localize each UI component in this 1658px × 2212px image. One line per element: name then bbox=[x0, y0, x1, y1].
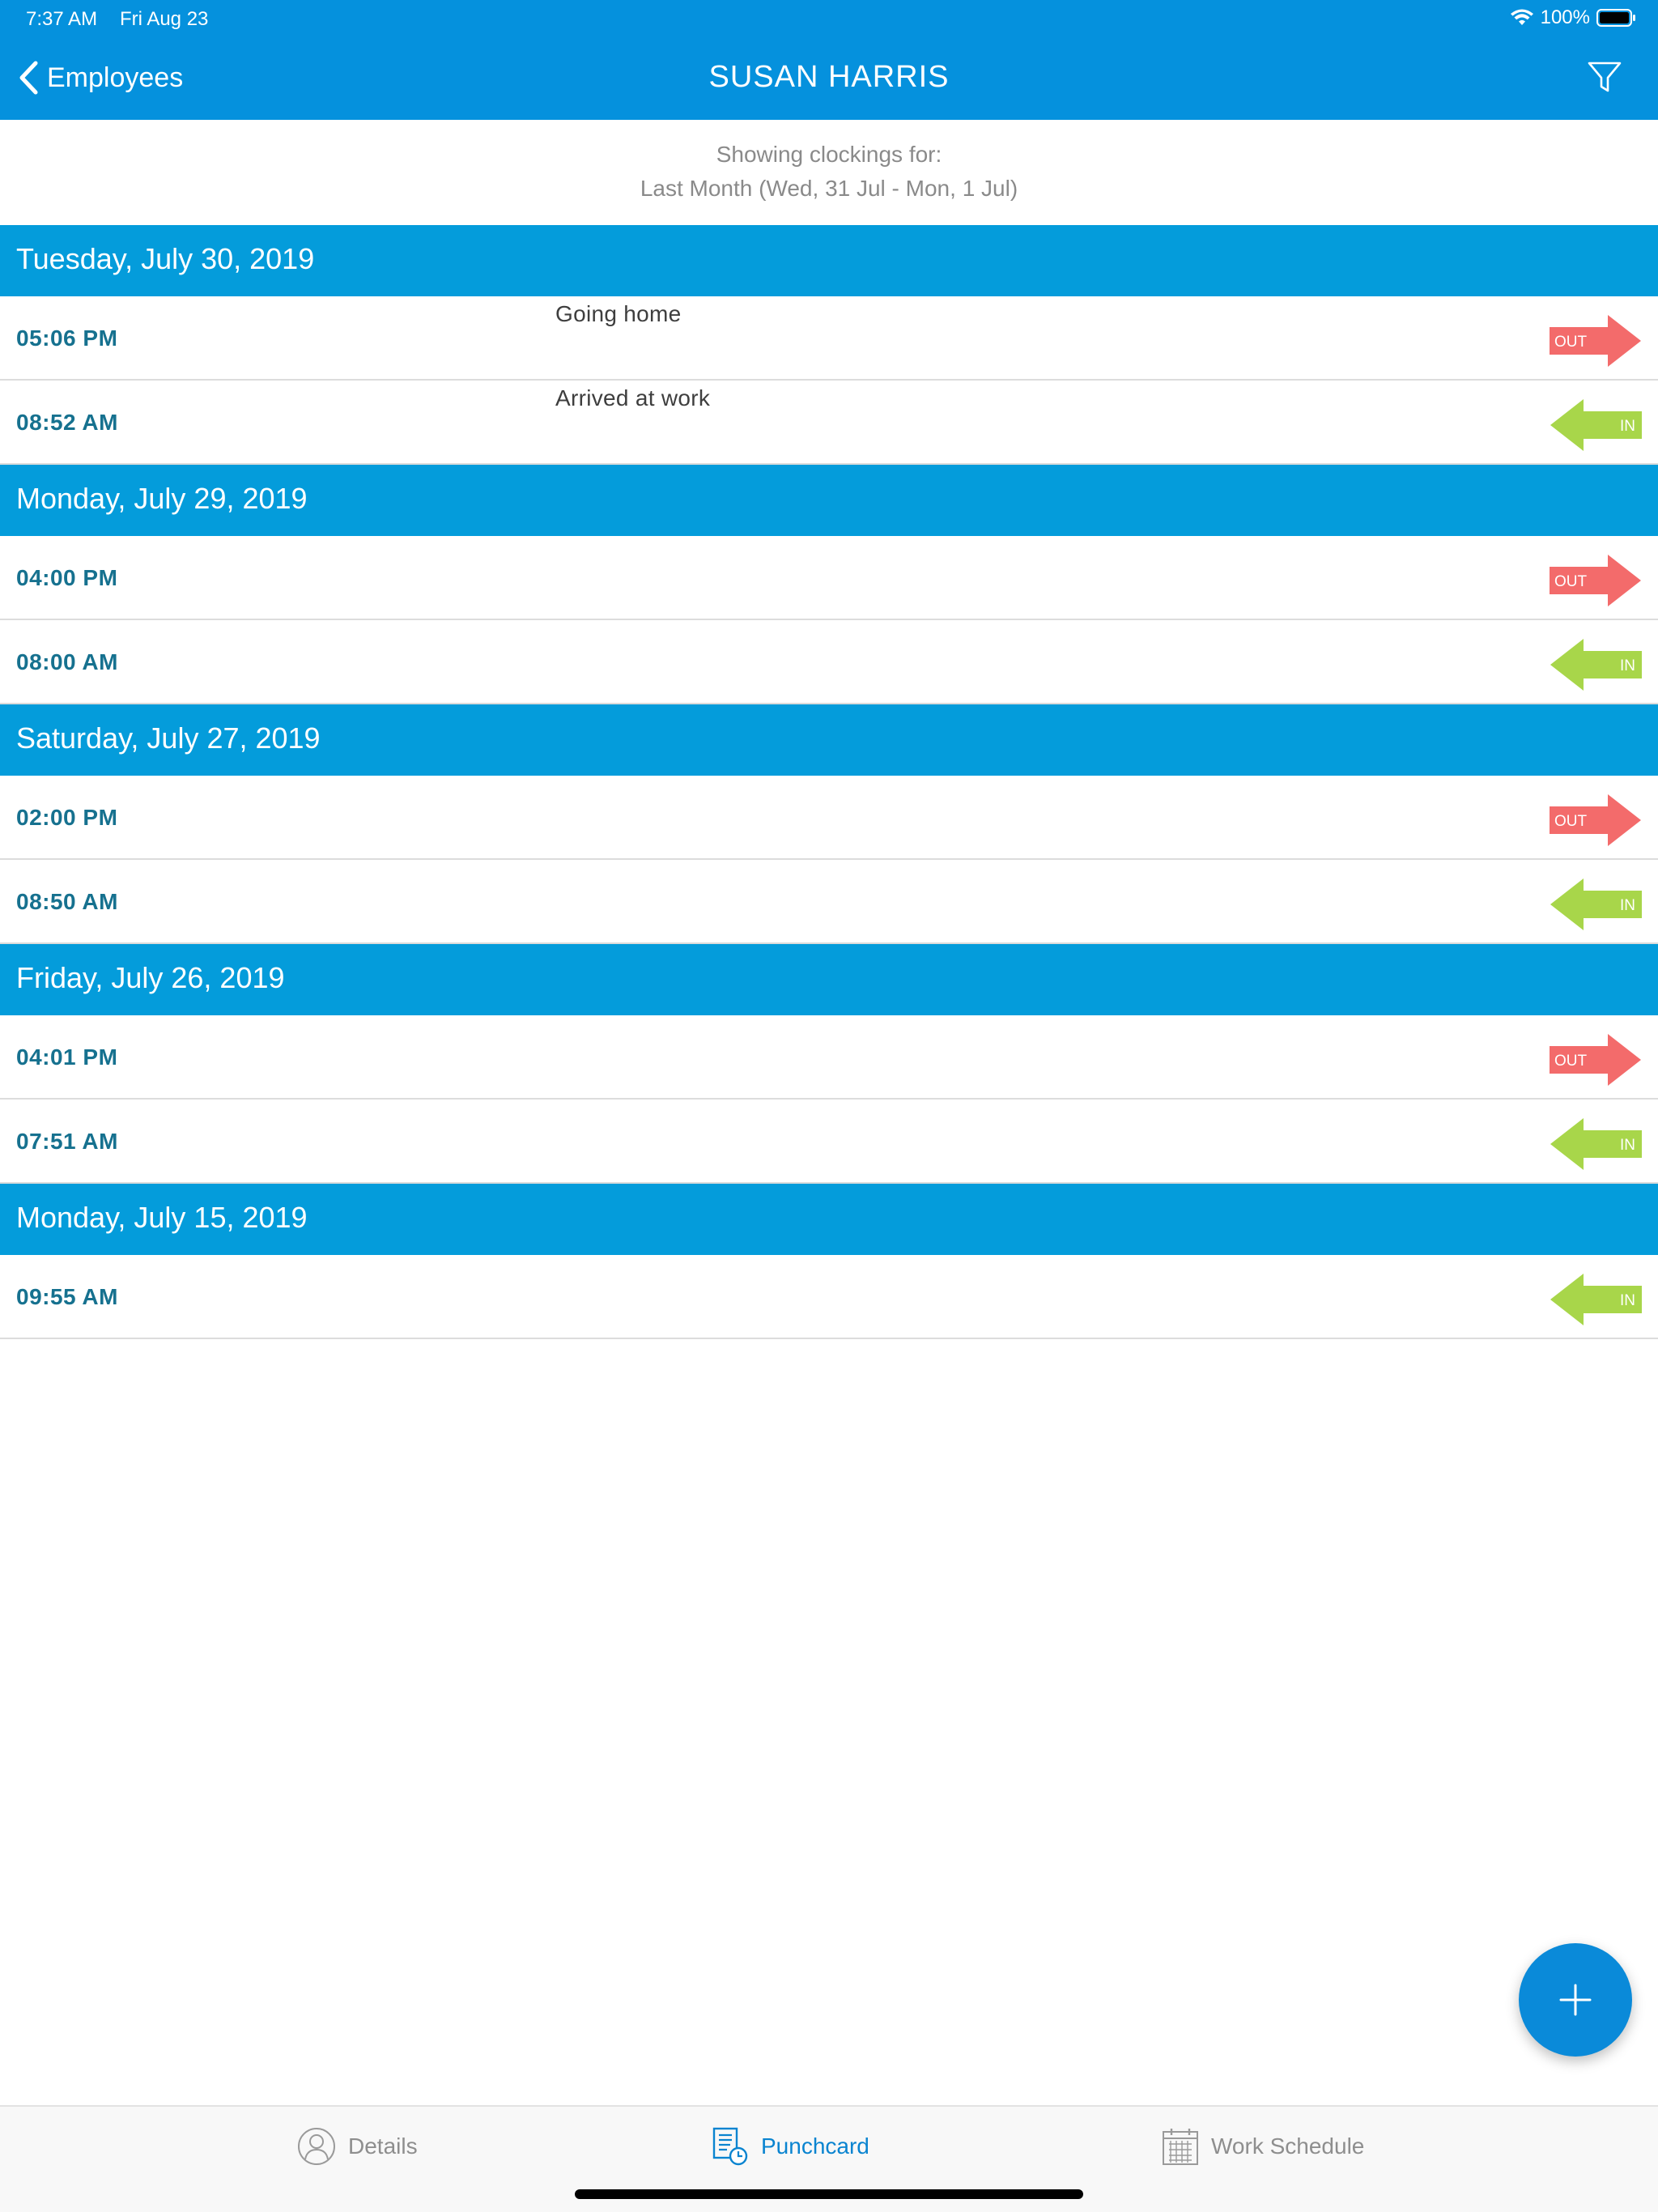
clocking-time: 08:52 AM bbox=[16, 410, 118, 435]
day-header: Monday, July 29, 2019 bbox=[0, 465, 1658, 536]
clocking-time: 09:55 AM bbox=[16, 1284, 118, 1309]
clocking-time: 08:00 AM bbox=[16, 649, 118, 674]
punchcard-icon bbox=[712, 2127, 748, 2166]
calendar-icon bbox=[1163, 2129, 1198, 2165]
battery-percent: 100% bbox=[1540, 6, 1590, 28]
clock-in-arrow-icon: IN bbox=[1550, 1274, 1642, 1325]
clock-out-arrow-icon: OUT bbox=[1550, 794, 1641, 846]
tab-work-schedule[interactable]: Work Schedule bbox=[1161, 2126, 1364, 2167]
nav-title-wrap: SUSAN HARRIS bbox=[0, 60, 1658, 95]
home-indicator bbox=[575, 2189, 1083, 2199]
back-button-label: Employees bbox=[47, 62, 184, 93]
status-time: 7:37 AM bbox=[26, 8, 98, 30]
clocking-row[interactable]: 02:00 PM OUT bbox=[0, 776, 1658, 860]
tab-work-schedule-label: Work Schedule bbox=[1211, 2133, 1365, 2159]
clock-in-arrow-icon: IN bbox=[1550, 639, 1642, 691]
tab-punchcard[interactable]: Punchcard bbox=[711, 2126, 869, 2167]
status-right: 100% bbox=[1510, 6, 1637, 29]
clock-in-arrow-icon: IN bbox=[1550, 1118, 1642, 1170]
day-header: Saturday, July 27, 2019 bbox=[0, 704, 1658, 776]
day-header: Friday, July 26, 2019 bbox=[0, 944, 1658, 1015]
clocking-time: 08:50 AM bbox=[16, 889, 118, 914]
add-clocking-button[interactable] bbox=[1519, 1943, 1632, 2057]
clock-in-arrow-icon: IN bbox=[1550, 399, 1642, 451]
navigation-bar: 7:37 AM Fri Aug 23 100% Employees SUSAN … bbox=[0, 0, 1658, 120]
tab-details-label: Details bbox=[348, 2133, 418, 2159]
clocking-note: Going home bbox=[555, 301, 682, 326]
direction-label: OUT bbox=[1554, 334, 1588, 351]
page-title: SUSAN HARRIS bbox=[708, 60, 950, 94]
showing-range: Last Month (Wed, 31 Jul - Mon, 1 Jul) bbox=[640, 176, 1018, 201]
clock-out-arrow-icon: OUT bbox=[1550, 555, 1641, 606]
clocking-row[interactable]: 04:01 PM OUT bbox=[0, 1015, 1658, 1100]
person-icon bbox=[298, 2128, 335, 2165]
direction-label: OUT bbox=[1554, 573, 1588, 590]
day-header: Monday, July 15, 2019 bbox=[0, 1184, 1658, 1255]
status-bar: 7:37 AM Fri Aug 23 100% bbox=[0, 0, 1658, 37]
clock-out-arrow-icon: OUT bbox=[1550, 315, 1641, 367]
direction-label: IN bbox=[1620, 657, 1635, 674]
clocking-row[interactable]: 09:55 AM IN bbox=[0, 1255, 1658, 1339]
back-button[interactable]: Employees bbox=[18, 60, 183, 96]
direction-label: IN bbox=[1620, 1137, 1635, 1154]
filter-icon bbox=[1588, 62, 1622, 92]
chevron-left-icon bbox=[19, 61, 38, 95]
clocking-row[interactable]: 04:00 PM OUT bbox=[0, 536, 1658, 620]
direction-label: IN bbox=[1620, 897, 1635, 914]
clocking-row[interactable]: 08:52 AM Arrived at work IN bbox=[0, 381, 1658, 465]
clock-out-arrow-icon: OUT bbox=[1550, 1034, 1641, 1086]
wifi-icon bbox=[1510, 9, 1533, 25]
clocking-time: 05:06 PM bbox=[16, 325, 118, 351]
clocking-time: 07:51 AM bbox=[16, 1129, 118, 1154]
clocking-row[interactable]: 07:51 AM IN bbox=[0, 1100, 1658, 1184]
clocking-time: 04:01 PM bbox=[16, 1044, 118, 1070]
direction-label: OUT bbox=[1554, 813, 1588, 830]
clocking-row[interactable]: 08:00 AM IN bbox=[0, 620, 1658, 704]
direction-label: IN bbox=[1620, 418, 1635, 435]
direction-label: OUT bbox=[1554, 1053, 1588, 1070]
direction-label: IN bbox=[1620, 1292, 1635, 1309]
battery-icon bbox=[1596, 9, 1635, 27]
showing-label: Showing clockings for: bbox=[716, 142, 942, 167]
clocking-time: 04:00 PM bbox=[16, 565, 118, 590]
clocking-row[interactable]: 05:06 PM Going home OUT bbox=[0, 296, 1658, 381]
clocking-row[interactable]: 08:50 AM IN bbox=[0, 860, 1658, 944]
tab-details[interactable]: Details bbox=[296, 2126, 418, 2167]
date-range-summary: Showing clockings for: Last Month (Wed, … bbox=[0, 120, 1658, 225]
clockings-list: Tuesday, July 30, 2019 05:06 PM Going home… bbox=[0, 225, 1658, 1339]
plus-icon bbox=[1559, 1984, 1592, 2016]
tab-punchcard-label: Punchcard bbox=[761, 2133, 869, 2159]
status-date: Fri Aug 23 bbox=[120, 8, 209, 30]
day-header: Tuesday, July 30, 2019 bbox=[0, 225, 1658, 296]
filter-button[interactable] bbox=[1587, 60, 1626, 96]
clocking-time: 02:00 PM bbox=[16, 805, 118, 830]
clocking-note: Arrived at work bbox=[555, 385, 711, 410]
clock-in-arrow-icon: IN bbox=[1550, 878, 1642, 930]
